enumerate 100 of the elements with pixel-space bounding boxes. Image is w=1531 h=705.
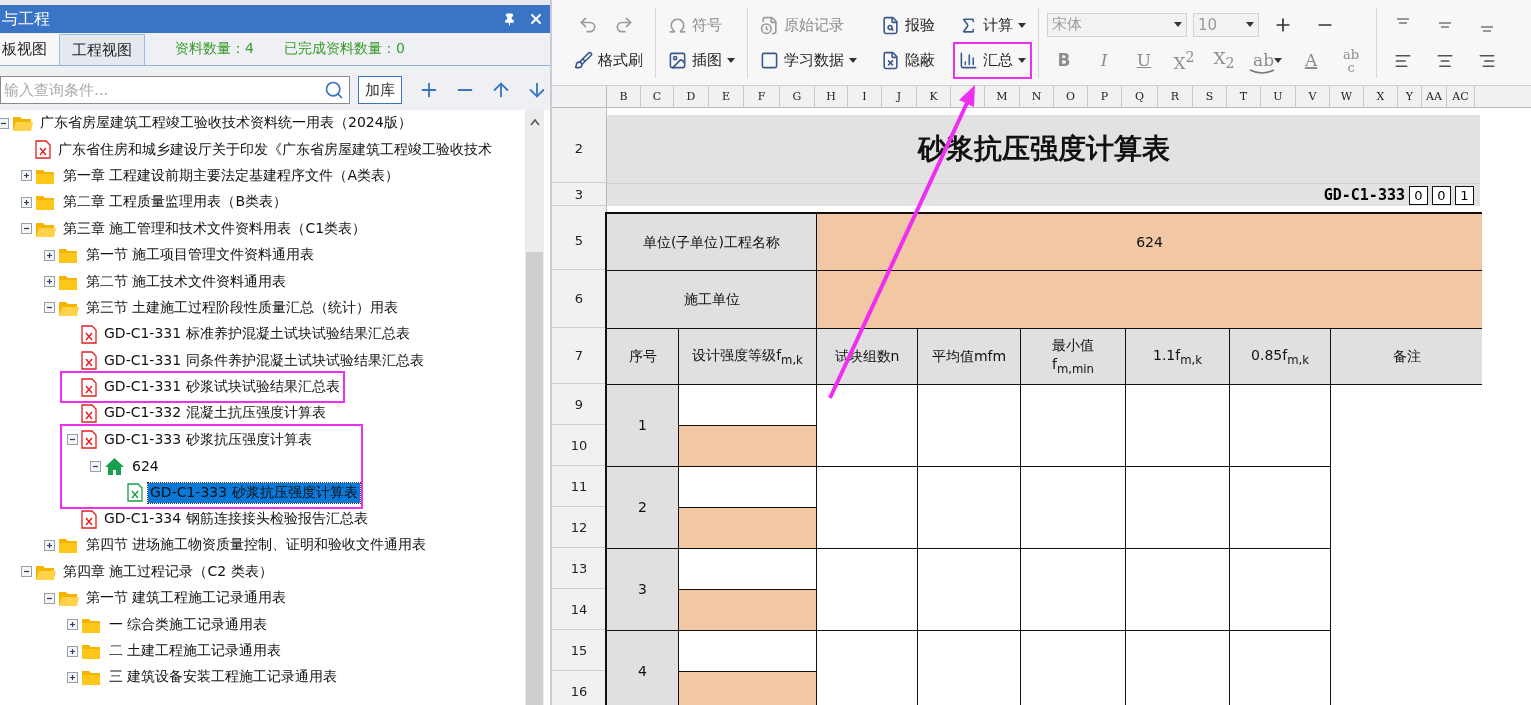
tree-item[interactable]: GD-C1-333 砂浆抗压强度计算表 <box>102 429 314 450</box>
pin-icon[interactable] <box>503 12 516 26</box>
table-cell[interactable] <box>817 467 917 548</box>
column-header[interactable]: P <box>1088 86 1122 107</box>
table-cell[interactable] <box>679 590 816 630</box>
collapse-icon[interactable] <box>20 566 32 578</box>
table-cell[interactable] <box>1230 385 1330 466</box>
column-header[interactable]: D <box>674 86 709 107</box>
collapse-icon[interactable] <box>43 592 55 604</box>
tree-item[interactable]: 第二节 施工技术文件资料通用表 <box>84 271 289 292</box>
column-header[interactable]: AA <box>1422 86 1447 107</box>
expand-icon[interactable] <box>66 645 78 657</box>
table-cell[interactable] <box>918 549 1020 630</box>
column-header[interactable]: H <box>815 86 848 107</box>
expand-icon[interactable] <box>43 276 55 288</box>
column-header[interactable]: Q <box>1122 86 1158 107</box>
tree-item[interactable]: 三 建筑设备安装工程施工记录通用表 <box>107 667 340 688</box>
search-field[interactable]: 输入查询条件... <box>0 76 350 104</box>
tree-item[interactable]: 624 <box>130 457 161 476</box>
toolbar-button[interactable]: 计算 <box>955 8 1030 42</box>
column-header[interactable]: O <box>1054 86 1088 107</box>
table-cell[interactable] <box>1230 631 1330 705</box>
column-header[interactable]: U <box>1261 86 1296 107</box>
table-cell[interactable] <box>918 631 1020 705</box>
table-cell[interactable] <box>817 271 1482 328</box>
table-cell[interactable] <box>1126 385 1229 466</box>
table-cell[interactable] <box>679 467 816 507</box>
tree-item[interactable]: 第三章 施工管理和技术文件资料用表（C1类表） <box>61 218 369 239</box>
table-cell[interactable] <box>817 385 917 466</box>
column-header[interactable]: S <box>1193 86 1227 107</box>
tree-item[interactable]: GD-C1-331 标准养护混凝土试块试验结果汇总表 <box>102 324 412 345</box>
table-cell[interactable] <box>1126 549 1229 630</box>
tree-item[interactable]: 第一节 建筑工程施工记录通用表 <box>84 588 289 609</box>
collapse-icon[interactable] <box>43 302 55 314</box>
toolbar-button[interactable]: 学习数据 <box>756 43 861 77</box>
row-header[interactable]: 3 <box>552 183 606 206</box>
column-header[interactable]: X <box>1364 86 1398 107</box>
column-header[interactable]: W <box>1330 86 1364 107</box>
tree-item[interactable]: 第三节 土建施工过程阶段性质量汇总（统计）用表 <box>84 297 401 318</box>
table-cell[interactable] <box>1021 631 1125 705</box>
add-button[interactable]: 加库 <box>358 76 402 104</box>
expand-icon[interactable] <box>43 539 55 551</box>
column-header[interactable]: E <box>709 86 744 107</box>
row-header[interactable]: 2 <box>552 115 606 183</box>
view-tab[interactable]: 工程视图 <box>59 34 145 65</box>
tree-item[interactable]: GD-C1-333 砂浆抗压强度计算表 <box>148 482 360 503</box>
column-header[interactable]: T <box>1227 86 1261 107</box>
column-header[interactable]: C <box>641 86 674 107</box>
table-cell[interactable] <box>679 549 816 589</box>
close-icon[interactable] <box>528 11 544 27</box>
table-cell[interactable] <box>679 508 816 548</box>
column-header[interactable]: B <box>607 86 641 107</box>
expand-icon[interactable] <box>66 619 78 631</box>
column-header[interactable]: K <box>917 86 951 107</box>
tree-item[interactable]: 第二章 工程质量监理用表（B类表） <box>61 192 290 213</box>
tree-item[interactable]: 广东省住房和城乡建设厅关于印发《广东省房屋建筑工程竣工验收技术 <box>56 139 494 160</box>
column-header[interactable]: G <box>780 86 815 107</box>
table-cell[interactable] <box>1126 467 1229 548</box>
table-cell[interactable] <box>918 467 1020 548</box>
tree-item[interactable]: 第四章 施工过程记录（C2 类表） <box>61 561 275 582</box>
table-cell[interactable] <box>679 631 816 671</box>
toolbar-button[interactable]: 汇总 <box>955 43 1030 77</box>
column-header[interactable]: Y <box>1398 86 1422 107</box>
tree-item[interactable]: 二 土建工程施工记录通用表 <box>107 641 284 661</box>
table-cell[interactable] <box>1230 549 1330 630</box>
column-header[interactable]: F <box>744 86 780 107</box>
tree-item[interactable]: GD-C1-331 砂浆试块试验结果汇总表 <box>102 377 342 398</box>
table-cell[interactable] <box>918 385 1020 466</box>
column-header[interactable]: R <box>1158 86 1193 107</box>
collapse-icon[interactable] <box>0 117 9 129</box>
scrollbar[interactable] <box>525 110 544 705</box>
table-cell[interactable] <box>679 672 816 705</box>
toolbar-button[interactable]: 报验 <box>877 8 939 42</box>
column-header[interactable]: V <box>1296 86 1330 107</box>
table-cell[interactable] <box>679 385 816 425</box>
column-header[interactable]: J <box>882 86 917 107</box>
expand-icon[interactable] <box>43 249 55 261</box>
column-header[interactable]: M <box>985 86 1020 107</box>
tree-item[interactable]: 一 综合类施工记录通用表 <box>107 614 270 635</box>
tree-item[interactable]: 广东省房屋建筑工程竣工验收技术资料统一用表（2024版） <box>38 113 414 134</box>
expand-icon[interactable] <box>20 196 32 208</box>
search-icon[interactable] <box>324 80 344 100</box>
table-cell[interactable] <box>1230 467 1330 548</box>
tree-item[interactable]: GD-C1-334 钢筋连接接头检验报告汇总表 <box>102 509 370 530</box>
table-cell[interactable] <box>1021 385 1125 466</box>
collapse-icon[interactable] <box>20 223 32 235</box>
tree-item[interactable]: 第四节 进场施工物资质量控制、证明和验收文件通用表 <box>84 535 429 556</box>
tree-item[interactable]: GD-C1-332 混凝土抗压强度计算表 <box>102 403 328 424</box>
collapse-icon[interactable] <box>89 460 101 472</box>
table-cell[interactable] <box>679 426 816 466</box>
column-header[interactable]: N <box>1020 86 1054 107</box>
table-cell[interactable]: 624 <box>817 214 1482 270</box>
column-header[interactable]: I <box>848 86 882 107</box>
toolbar-button[interactable]: 插图 <box>664 43 739 77</box>
toolbar-button[interactable]: 格式刷 <box>570 43 647 77</box>
table-cell[interactable] <box>1126 631 1229 705</box>
table-cell[interactable] <box>1331 385 1482 705</box>
view-tab[interactable]: 板视图 <box>0 34 59 65</box>
collapse-icon[interactable] <box>66 434 78 446</box>
toolbar-button[interactable]: 隐蔽 <box>877 43 939 77</box>
